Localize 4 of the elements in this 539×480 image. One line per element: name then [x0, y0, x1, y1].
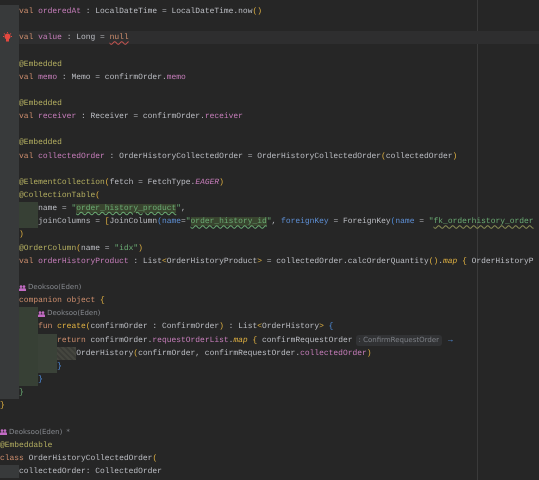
bulb-icon[interactable]	[2, 32, 14, 44]
people-icon	[19, 284, 26, 291]
people-icon	[38, 310, 46, 317]
people-icon	[0, 429, 7, 436]
